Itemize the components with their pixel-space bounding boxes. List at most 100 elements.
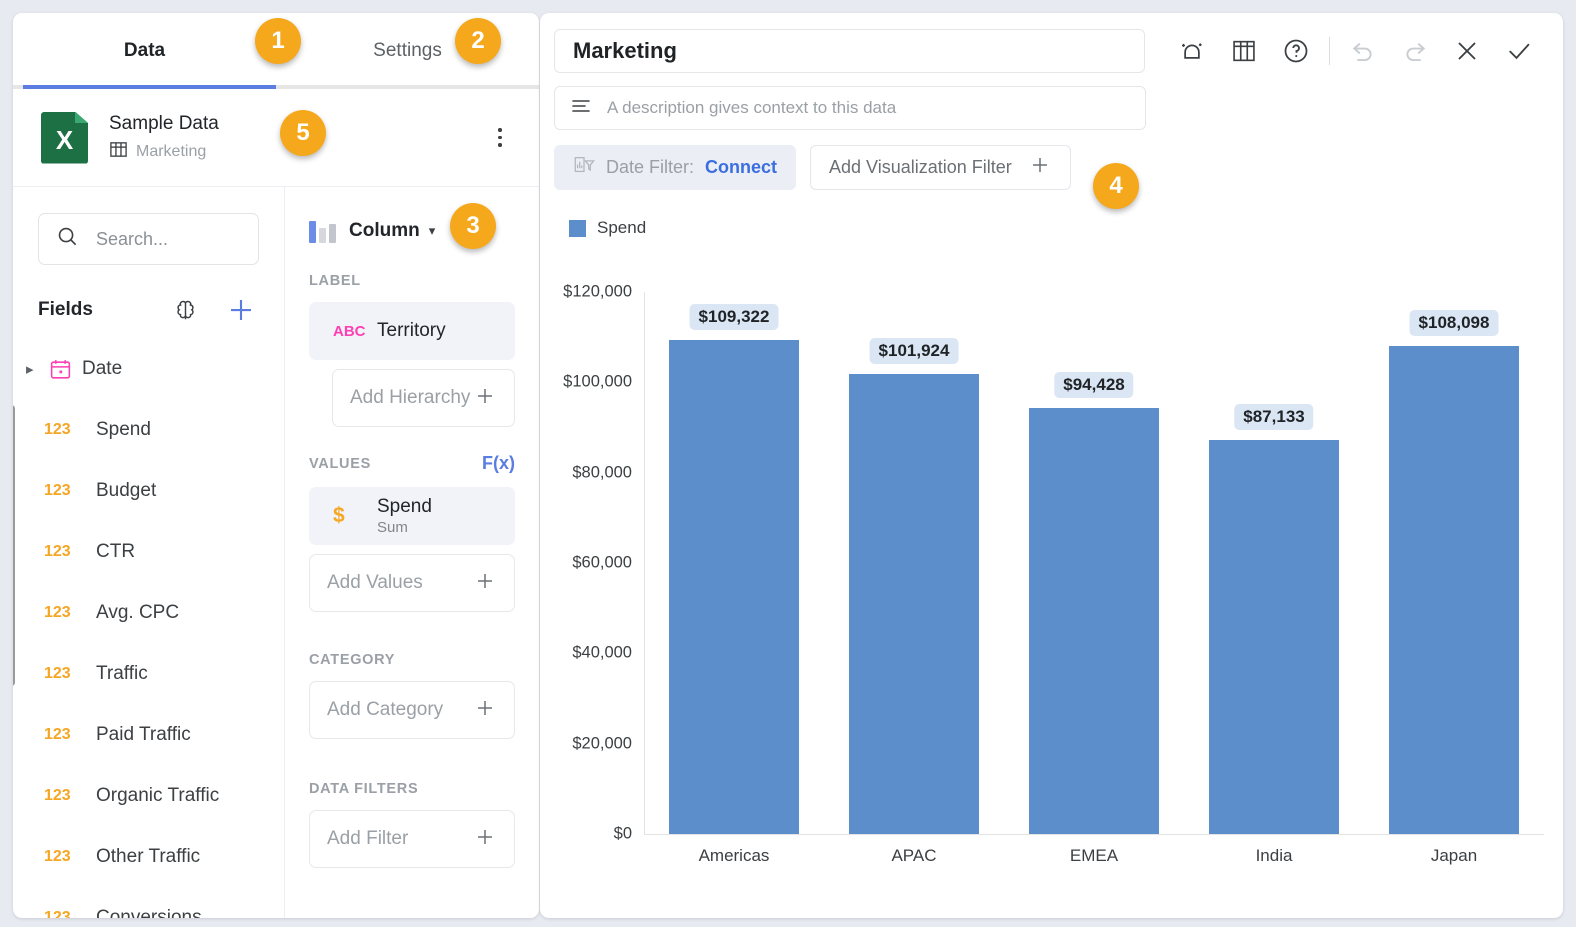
formula-button[interactable]: F(x) xyxy=(482,453,515,474)
add-hierarchy-button[interactable]: Add Hierarchy xyxy=(332,369,515,427)
bar-apac[interactable] xyxy=(848,373,980,834)
chart-legend: Spend xyxy=(569,218,1563,238)
field-item-ctr[interactable]: 123 CTR xyxy=(13,521,284,582)
add-field-icon[interactable] xyxy=(223,292,259,328)
field-label: Paid Traffic xyxy=(96,723,191,745)
add-category-label: Add Category xyxy=(327,699,444,720)
excel-file-icon: X xyxy=(41,111,88,164)
datasource-name: Sample Data xyxy=(109,112,219,134)
plus-icon xyxy=(473,384,497,413)
search-input[interactable] xyxy=(96,228,241,250)
y-tick-label: $0 xyxy=(613,824,632,843)
add-values-label: Add Values xyxy=(327,572,423,593)
date-filter-connect-link[interactable]: Connect xyxy=(705,157,777,178)
y-axis: $120,000 $100,000 $80,000 $60,000 $40,00… xyxy=(540,254,640,843)
viz-description-field[interactable] xyxy=(554,86,1146,130)
field-label: Other Traffic xyxy=(96,845,201,867)
section-data-filters-label: DATA FILTERS xyxy=(309,781,419,797)
field-label: CTR xyxy=(96,540,136,562)
values-field-aggregation: Sum xyxy=(377,519,408,536)
chart-plot-area: $120,000 $100,000 $80,000 $60,000 $40,00… xyxy=(540,254,1563,874)
bar-japan[interactable] xyxy=(1388,345,1520,834)
field-item-budget[interactable]: 123 Budget xyxy=(13,460,284,521)
plus-icon xyxy=(473,825,497,854)
add-visualization-filter-button[interactable]: Add Visualization Filter xyxy=(810,145,1071,190)
brain-icon[interactable] xyxy=(169,294,201,326)
callout-badge-5: 5 xyxy=(280,110,326,156)
left-panel: Data Settings X Sample Data Marketing Se… xyxy=(13,13,539,918)
x-tick-label: Japan xyxy=(1430,846,1478,865)
field-item-traffic[interactable]: 123 Traffic xyxy=(13,643,284,704)
y-tick-label: $60,000 xyxy=(572,553,632,572)
legend-label: Spend xyxy=(597,218,647,237)
date-filter-button[interactable]: Date Filter: Connect xyxy=(554,145,797,190)
field-item-organic-traffic[interactable]: 123 Organic Traffic xyxy=(13,765,284,826)
chart-funnel-icon xyxy=(573,154,595,181)
chevron-down-icon: ▾ xyxy=(428,222,436,238)
close-icon[interactable] xyxy=(1441,27,1493,75)
bar-group-india[interactable]: $87,133 xyxy=(1184,292,1364,834)
number-type-tag: 123 xyxy=(44,664,71,682)
add-category-button[interactable]: Add Category xyxy=(309,681,515,739)
tab-settings-label: Settings xyxy=(373,40,442,61)
bar-group-japan[interactable]: $108,098 xyxy=(1364,292,1544,834)
field-item-date[interactable]: ▸ Date xyxy=(13,338,284,399)
check-icon[interactable] xyxy=(1493,27,1545,75)
search-box[interactable] xyxy=(38,213,259,265)
field-label: Avg. CPC xyxy=(96,601,180,623)
bar-group-americas[interactable]: $109,322 xyxy=(644,292,824,834)
number-type-tag: 123 xyxy=(44,847,71,865)
table-icon xyxy=(109,140,128,164)
viz-title-input[interactable] xyxy=(573,38,1126,64)
chart-bars: $109,322 $101,924 $94,428 $87,133 $108,0… xyxy=(644,292,1544,834)
bar-americas[interactable] xyxy=(668,340,800,834)
bar-group-emea[interactable]: $94,428 xyxy=(1004,292,1184,834)
callout-badge-4: 4 xyxy=(1093,163,1139,209)
number-type-tag: 123 xyxy=(44,908,71,919)
field-item-avg-cpc[interactable]: 123 Avg. CPC xyxy=(13,582,284,643)
viz-title-row xyxy=(540,13,1563,75)
datasource-row[interactable]: X Sample Data Marketing xyxy=(13,89,539,187)
field-label: Date xyxy=(82,357,123,379)
app-root: Data Settings X Sample Data Marketing Se… xyxy=(0,0,1576,927)
section-values-label: VALUES xyxy=(309,455,371,472)
number-type-tag: 123 xyxy=(44,420,71,438)
field-item-other-traffic[interactable]: 123 Other Traffic xyxy=(13,826,284,887)
calendar-icon xyxy=(48,357,72,381)
fields-scrollbar-thumb[interactable] xyxy=(13,405,15,686)
plus-icon xyxy=(1028,153,1052,182)
chart-type-selector[interactable]: Column ▾ xyxy=(285,187,539,247)
kebab-menu-icon[interactable] xyxy=(488,124,512,152)
viz-description-input[interactable] xyxy=(607,98,1131,118)
field-item-conversions[interactable]: 123 Conversions xyxy=(13,887,284,919)
add-filter-button[interactable]: Add Filter xyxy=(309,810,515,868)
undo-icon[interactable] xyxy=(1337,27,1389,75)
values-field-chip[interactable]: $ Spend Sum xyxy=(309,487,515,545)
chevron-right-icon[interactable]: ▸ xyxy=(26,360,44,378)
tab-settings[interactable]: Settings xyxy=(276,13,539,89)
label-field-chip[interactable]: ABC Territory xyxy=(309,302,515,360)
left-panel-columns: Fields ▸ xyxy=(13,187,539,918)
ai-sparkle-icon[interactable] xyxy=(1166,27,1218,75)
add-hierarchy-label: Add Hierarchy xyxy=(350,387,471,408)
bar-india[interactable] xyxy=(1208,440,1340,834)
bar-value-label: $94,428 xyxy=(1054,371,1134,398)
section-label-label: LABEL xyxy=(309,273,361,289)
redo-icon[interactable] xyxy=(1389,27,1441,75)
bar-group-apac[interactable]: $101,924 xyxy=(824,292,1004,834)
currency-type-tag: $ xyxy=(333,504,345,527)
chart-type-label: Column xyxy=(349,219,420,241)
table-view-icon[interactable] xyxy=(1218,27,1270,75)
help-icon[interactable] xyxy=(1270,27,1322,75)
description-lines-icon xyxy=(569,94,593,123)
field-item-paid-traffic[interactable]: 123 Paid Traffic xyxy=(13,704,284,765)
tab-data[interactable]: Data xyxy=(13,13,276,89)
add-values-button[interactable]: Add Values xyxy=(309,554,515,612)
bar-value-label: $108,098 xyxy=(1409,309,1499,336)
field-label: Organic Traffic xyxy=(96,784,220,806)
x-axis-line xyxy=(644,834,1544,835)
field-item-spend[interactable]: 123 Spend xyxy=(13,399,284,460)
viz-title-field[interactable] xyxy=(554,29,1145,73)
bar-emea[interactable] xyxy=(1028,407,1160,834)
filters-row: Date Filter: Connect Add Visualization F… xyxy=(554,145,1563,190)
